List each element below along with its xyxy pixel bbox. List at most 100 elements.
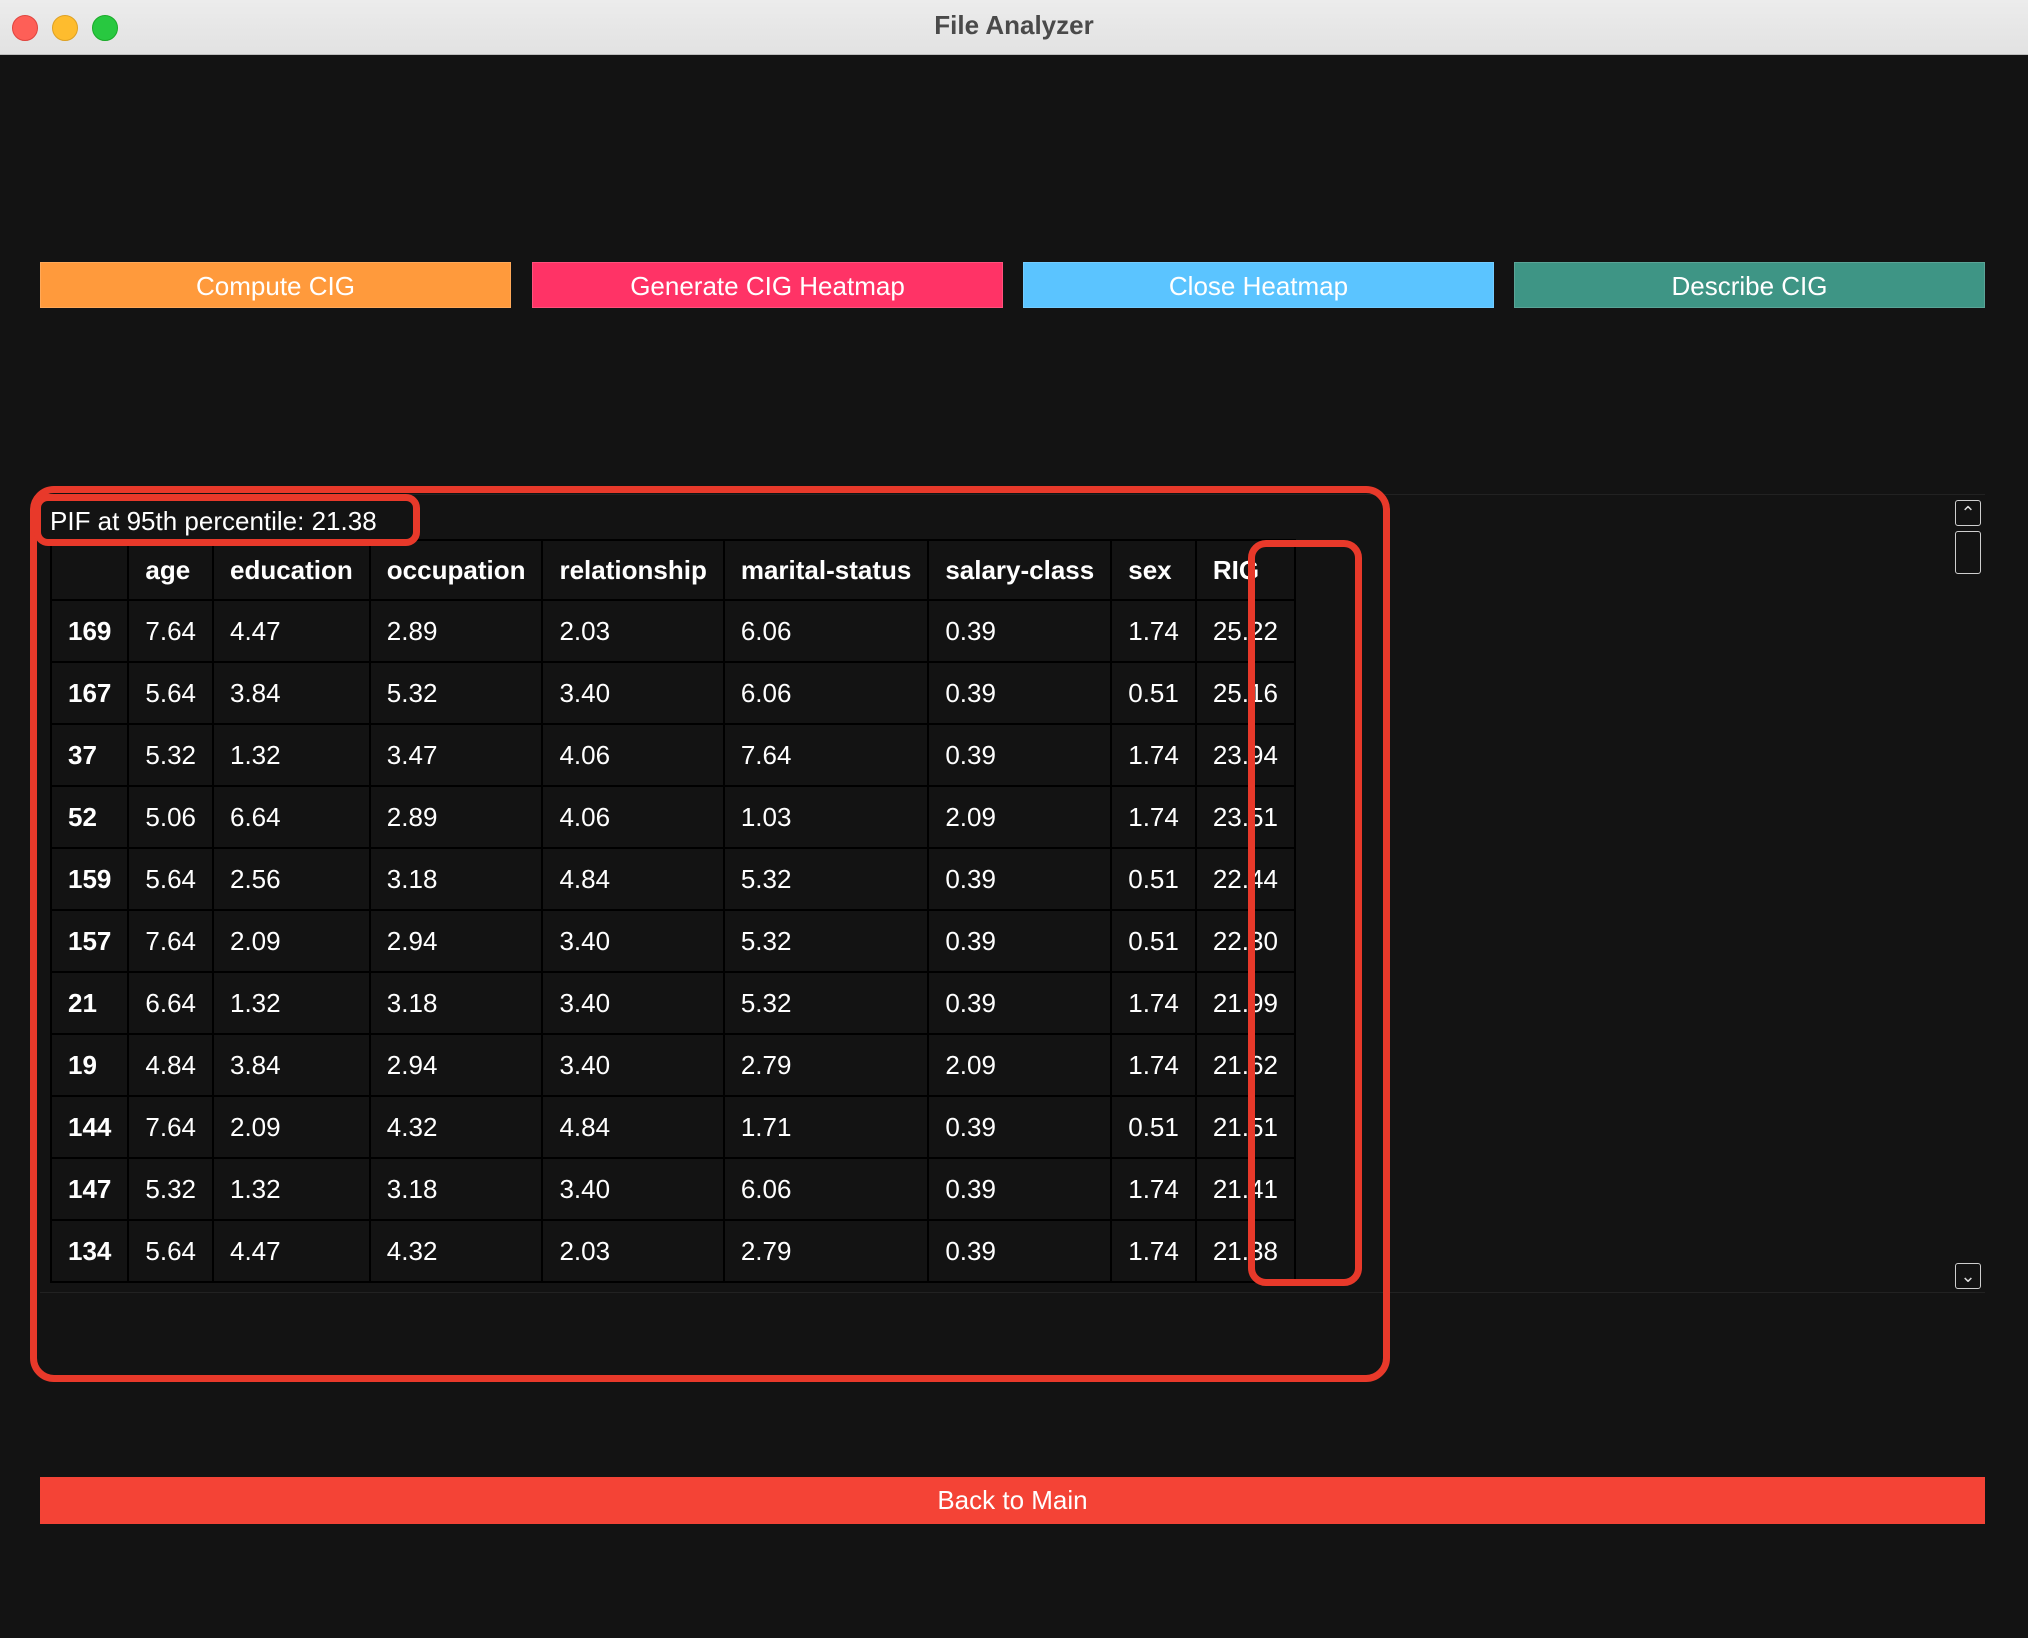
generate-cig-heatmap-button[interactable]: Generate CIG Heatmap <box>532 262 1003 308</box>
table-row[interactable]: 169 7.64 4.47 2.89 2.03 6.06 0.39 1.74 25.22 <box>49 599 1296 663</box>
results-scroll-area[interactable]: PIF at 95th percentile: 21.38 age educati… <box>40 494 1985 1293</box>
row-index-cell: 169 <box>49 599 130 663</box>
scroll-down-button[interactable]: ⌄ <box>1955 1263 1981 1289</box>
cell-rig: 21.38 <box>1194 1219 1296 1283</box>
cell-salary-class: 0.39 <box>927 599 1113 663</box>
table-row[interactable]: 37 5.32 1.32 3.47 4.06 7.64 0.39 1.74 23.94 <box>49 723 1296 787</box>
describe-cig-button[interactable]: Describe CIG <box>1514 262 1985 308</box>
table-row[interactable]: 21 6.64 1.32 3.18 3.40 5.32 0.39 1.74 21.99 <box>49 971 1296 1035</box>
table-row[interactable]: 134 5.64 4.47 4.32 2.03 2.79 0.39 1.74 21.38 <box>49 1219 1296 1283</box>
cell-relationship: 3.40 <box>541 1157 725 1221</box>
cell-salary-class: 0.39 <box>927 847 1113 911</box>
cell-rig: 22.30 <box>1194 909 1296 973</box>
column-header-index[interactable] <box>49 539 130 601</box>
cell-education: 3.84 <box>212 661 371 725</box>
cell-rig: 23.51 <box>1194 785 1296 849</box>
cell-education: 4.47 <box>212 1219 371 1283</box>
cell-sex: 1.74 <box>1110 971 1197 1035</box>
cell-rig: 21.51 <box>1194 1095 1296 1159</box>
chevron-up-icon: ⌃ <box>1960 503 1976 523</box>
table-body: 169 7.64 4.47 2.89 2.03 6.06 0.39 1.74 25.22 167 5… <box>49 599 1296 1283</box>
cell-rig: 23.94 <box>1194 723 1296 787</box>
cell-sex: 0.51 <box>1110 847 1197 911</box>
table-row[interactable]: 147 5.32 1.32 3.18 3.40 6.06 0.39 1.74 21.41 <box>49 1157 1296 1221</box>
cell-salary-class: 0.39 <box>927 971 1113 1035</box>
cell-occupation: 3.18 <box>368 971 544 1035</box>
cell-salary-class: 0.39 <box>927 909 1113 973</box>
row-index-cell: 37 <box>49 723 130 787</box>
column-header-salary-class[interactable]: salary-class <box>927 539 1113 601</box>
cell-education: 2.56 <box>212 847 371 911</box>
column-header-age[interactable]: age <box>127 539 214 601</box>
table-row[interactable]: 19 4.84 3.84 2.94 3.40 2.79 2.09 1.74 21.62 <box>49 1033 1296 1097</box>
column-header-relationship[interactable]: relationship <box>541 539 725 601</box>
cell-relationship: 2.03 <box>541 599 725 663</box>
cell-relationship: 3.40 <box>541 909 725 973</box>
cell-salary-class: 2.09 <box>927 785 1113 849</box>
table-row[interactable]: 167 5.64 3.84 5.32 3.40 6.06 0.39 0.51 25.16 <box>49 661 1296 725</box>
cell-age: 5.32 <box>127 1157 214 1221</box>
cell-occupation: 2.89 <box>368 785 544 849</box>
cell-sex: 1.74 <box>1110 1033 1197 1097</box>
row-index-cell: 21 <box>49 971 130 1035</box>
column-header-occupation[interactable]: occupation <box>368 539 544 601</box>
cell-occupation: 2.94 <box>368 909 544 973</box>
cell-occupation: 4.32 <box>368 1219 544 1283</box>
cell-sex: 0.51 <box>1110 661 1197 725</box>
results-table: age education occupation relationship marita… <box>49 539 1296 1283</box>
scroll-up-button[interactable]: ⌃ <box>1955 500 1981 526</box>
cell-marital-status: 1.03 <box>722 785 930 849</box>
cell-marital-status: 2.79 <box>722 1219 930 1283</box>
cell-occupation: 3.18 <box>368 1157 544 1221</box>
cell-marital-status: 6.06 <box>722 661 930 725</box>
cell-relationship: 2.03 <box>541 1219 725 1283</box>
cell-relationship: 4.84 <box>541 1095 725 1159</box>
cell-rig: 25.22 <box>1194 599 1296 663</box>
table-row[interactable]: 52 5.06 6.64 2.89 4.06 1.03 2.09 1.74 23.51 <box>49 785 1296 849</box>
cell-occupation: 3.18 <box>368 847 544 911</box>
scrollbar-thumb[interactable] <box>1955 531 1981 574</box>
cell-relationship: 3.40 <box>541 971 725 1035</box>
cell-sex: 1.74 <box>1110 723 1197 787</box>
column-header-sex[interactable]: sex <box>1110 539 1197 601</box>
cell-sex: 0.51 <box>1110 909 1197 973</box>
row-index-cell: 159 <box>49 847 130 911</box>
column-header-education[interactable]: education <box>212 539 371 601</box>
cell-age: 7.64 <box>127 1095 214 1159</box>
table-row[interactable]: 159 5.64 2.56 3.18 4.84 5.32 0.39 0.51 22.44 <box>49 847 1296 911</box>
cell-age: 7.64 <box>127 599 214 663</box>
row-index-cell: 167 <box>49 661 130 725</box>
cell-education: 1.32 <box>212 723 371 787</box>
cell-relationship: 4.06 <box>541 723 725 787</box>
cell-marital-status: 2.79 <box>722 1033 930 1097</box>
cell-rig: 21.41 <box>1194 1157 1296 1221</box>
cell-education: 1.32 <box>212 1157 371 1221</box>
compute-cig-button[interactable]: Compute CIG <box>40 262 511 308</box>
cell-occupation: 5.32 <box>368 661 544 725</box>
cell-marital-status: 6.06 <box>722 599 930 663</box>
cell-sex: 1.74 <box>1110 599 1197 663</box>
cell-salary-class: 0.39 <box>927 1095 1113 1159</box>
cell-marital-status: 5.32 <box>722 847 930 911</box>
table-row[interactable]: 157 7.64 2.09 2.94 3.40 5.32 0.39 0.51 22.30 <box>49 909 1296 973</box>
app-window: File Analyzer Compute CIG Generate CIG H… <box>0 0 2028 1638</box>
row-index-cell: 134 <box>49 1219 130 1283</box>
cell-occupation: 2.94 <box>368 1033 544 1097</box>
cell-marital-status: 5.32 <box>722 971 930 1035</box>
back-to-main-button[interactable]: Back to Main <box>40 1477 1985 1524</box>
column-header-marital-status[interactable]: marital-status <box>722 539 930 601</box>
cell-age: 5.64 <box>127 847 214 911</box>
table-row[interactable]: 144 7.64 2.09 4.32 4.84 1.71 0.39 0.51 21.51 <box>49 1095 1296 1159</box>
cell-age: 6.64 <box>127 971 214 1035</box>
cell-age: 4.84 <box>127 1033 214 1097</box>
cell-occupation: 4.32 <box>368 1095 544 1159</box>
column-header-rig[interactable]: RIG <box>1194 539 1296 601</box>
cell-salary-class: 0.39 <box>927 661 1113 725</box>
cell-salary-class: 2.09 <box>927 1033 1113 1097</box>
close-heatmap-button[interactable]: Close Heatmap <box>1023 262 1494 308</box>
cell-sex: 1.74 <box>1110 1157 1197 1221</box>
window-title: File Analyzer <box>934 10 1094 40</box>
cell-salary-class: 0.39 <box>927 1157 1113 1221</box>
cell-salary-class: 0.39 <box>927 723 1113 787</box>
cell-education: 6.64 <box>212 785 371 849</box>
